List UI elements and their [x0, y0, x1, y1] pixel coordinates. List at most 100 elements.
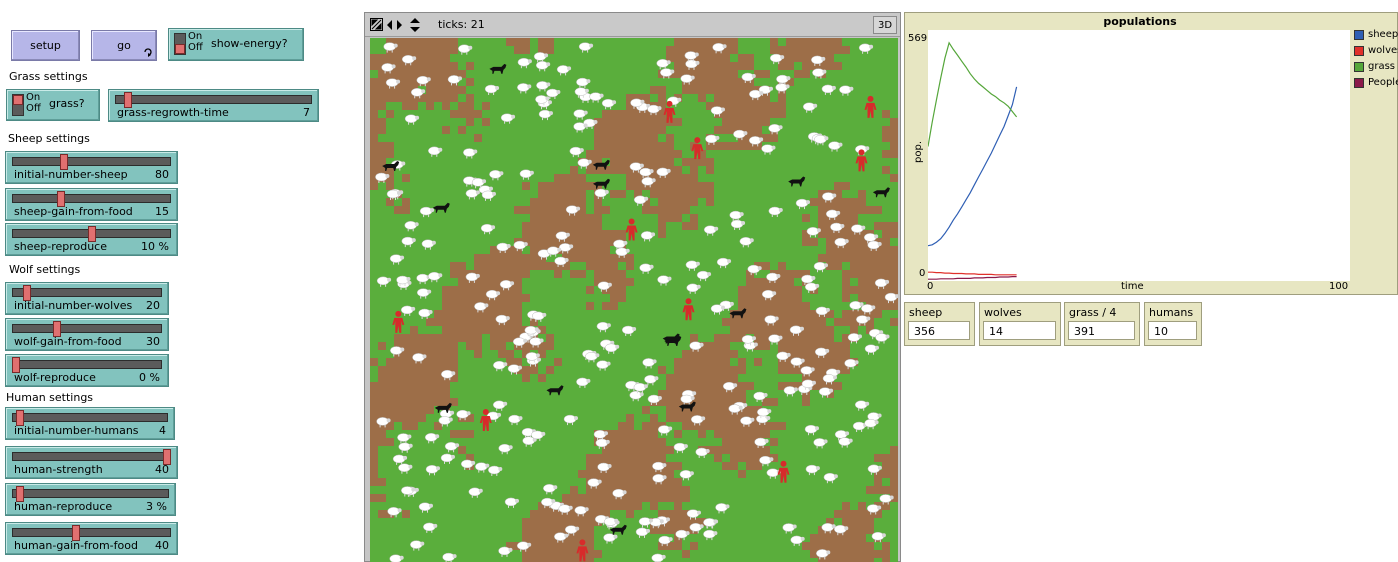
slider-track[interactable]	[12, 288, 162, 297]
grass-switch-label: grass?	[49, 97, 85, 110]
legend-item: grass	[1354, 61, 1398, 77]
human-gain-from-food-slider[interactable]: human-gain-from-food 40	[5, 522, 178, 555]
grass-switch[interactable]: On Off grass?	[6, 89, 100, 121]
slider-value: 40	[155, 539, 169, 552]
show-energy-switch[interactable]: On Off show-energy?	[168, 28, 304, 61]
slider-track[interactable]	[115, 95, 312, 104]
switch-on-text: On	[26, 92, 41, 103]
grass-monitor: grass / 4 391	[1064, 302, 1140, 346]
legend-swatch	[1354, 62, 1364, 72]
slider-label: human-strength	[14, 463, 103, 476]
show-energy-label: show-energy?	[211, 37, 288, 50]
grass-regrowth-time-slider[interactable]: grass-regrowth-time 7	[108, 89, 319, 122]
slider-track[interactable]	[12, 452, 171, 461]
plot-background	[928, 30, 1350, 281]
slider-label: initial-number-sheep	[14, 168, 128, 181]
humans-monitor: humans 10	[1144, 302, 1202, 346]
initial-number-wolves-slider[interactable]: initial-number-wolves 20	[5, 282, 169, 315]
slider-value: 4	[159, 424, 166, 437]
slider-value: 80	[155, 168, 169, 181]
legend-item: sheep	[1354, 29, 1398, 45]
switch-on-text: On	[188, 31, 203, 42]
sheep-settings-heading: Sheep settings	[8, 132, 90, 145]
view-control-icons[interactable]	[370, 18, 426, 32]
slider-track[interactable]	[12, 413, 168, 422]
slider-value: 10 %	[141, 240, 169, 253]
monitor-value: 14	[983, 321, 1056, 340]
slider-label: wolf-gain-from-food	[14, 335, 122, 348]
slider-value: 3 %	[146, 500, 167, 513]
monitor-value: 391	[1068, 321, 1135, 340]
setup-button[interactable]: setup	[11, 30, 80, 61]
world-view-frame: ticks: 21 3D	[364, 12, 901, 562]
wolf-reproduce-slider[interactable]: wolf-reproduce 0 %	[5, 354, 169, 387]
slider-label: sheep-gain-from-food	[14, 205, 133, 218]
plot-legend: sheep wolves grass People	[1354, 29, 1398, 93]
3d-label: 3D	[877, 19, 893, 31]
wolf-settings-heading: Wolf settings	[9, 263, 81, 276]
populations-plot: populations 569 0 pop. 0 time 100 sheep …	[904, 12, 1398, 295]
legend-label: grass	[1368, 61, 1396, 72]
slider-track[interactable]	[12, 360, 162, 369]
monitor-label: wolves	[984, 306, 1022, 319]
go-label: go	[117, 39, 131, 52]
sheep-reproduce-slider[interactable]: sheep-reproduce 10 %	[5, 223, 178, 256]
legend-label: sheep	[1368, 29, 1398, 40]
wolf-gain-from-food-slider[interactable]: wolf-gain-from-food 30	[5, 318, 169, 351]
slider-label: wolf-reproduce	[14, 371, 96, 384]
human-reproduce-slider[interactable]: human-reproduce 3 %	[5, 483, 176, 516]
slider-label: initial-number-humans	[14, 424, 139, 437]
x-axis-label: time	[1121, 281, 1144, 292]
forever-loop-icon	[144, 48, 152, 57]
y-max-label: 569	[908, 33, 928, 44]
monitor-label: humans	[1149, 306, 1194, 319]
x-min-label: 0	[927, 281, 934, 292]
grass-toggle[interactable]	[12, 94, 24, 116]
show-energy-toggle[interactable]	[174, 33, 186, 55]
legend-swatch	[1354, 30, 1364, 40]
slider-value: 15	[155, 205, 169, 218]
slider-track[interactable]	[12, 489, 169, 498]
human-strength-slider[interactable]: human-strength 40	[5, 446, 178, 479]
monitor-value: 10	[1148, 321, 1197, 340]
slider-value: 40	[155, 463, 169, 476]
monitor-value: 356	[908, 321, 970, 340]
go-button[interactable]: go	[91, 30, 157, 61]
switch-off-text: Off	[26, 103, 41, 114]
legend-item: People	[1354, 77, 1398, 93]
slider-track[interactable]	[12, 157, 171, 166]
human-settings-heading: Human settings	[6, 391, 94, 404]
slider-label: initial-number-wolves	[14, 299, 133, 312]
legend-swatch	[1354, 46, 1364, 56]
sheep-gain-from-food-slider[interactable]: sheep-gain-from-food 15	[5, 188, 178, 221]
monitor-label: grass / 4	[1069, 306, 1117, 319]
initial-number-sheep-slider[interactable]: initial-number-sheep 80	[5, 151, 178, 184]
x-max-label: 100	[1329, 281, 1349, 292]
slider-track[interactable]	[12, 324, 162, 333]
world-view[interactable]	[370, 38, 898, 562]
slider-track[interactable]	[12, 528, 171, 537]
switch-knob	[13, 95, 23, 105]
legend-label: wolves	[1368, 45, 1398, 56]
y-axis-label: pop.	[913, 141, 924, 163]
plot-area	[928, 30, 1350, 281]
monitor-label: sheep	[909, 306, 943, 319]
slider-label: grass-regrowth-time	[117, 106, 229, 119]
slider-track[interactable]	[12, 194, 171, 203]
slider-value: 30	[146, 335, 160, 348]
slider-value: 20	[146, 299, 160, 312]
legend-swatch	[1354, 78, 1364, 88]
sheep-monitor: sheep 356	[904, 302, 975, 346]
view-toolbar: ticks: 21 3D	[365, 13, 900, 37]
grass-settings-heading: Grass settings	[9, 70, 88, 83]
switch-knob	[175, 44, 185, 54]
3d-view-button[interactable]: 3D	[873, 16, 897, 34]
switch-off-text: Off	[188, 42, 203, 53]
legend-item: wolves	[1354, 45, 1398, 61]
plot-title: populations	[1103, 15, 1177, 28]
slider-value: 7	[303, 106, 310, 119]
slider-label: human-reproduce	[14, 500, 113, 513]
initial-number-humans-slider[interactable]: initial-number-humans 4	[5, 407, 175, 440]
legend-label: People	[1368, 77, 1398, 88]
slider-label: sheep-reproduce	[14, 240, 108, 253]
